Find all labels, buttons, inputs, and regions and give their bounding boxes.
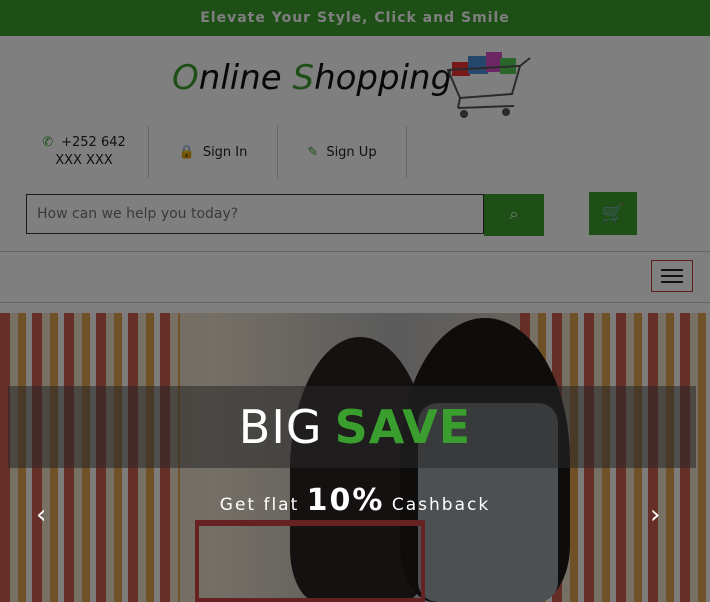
logo-letter-o: O bbox=[172, 58, 199, 98]
logo-part-nline: nline bbox=[198, 58, 293, 98]
chevron-right-icon: › bbox=[650, 500, 661, 530]
signin-label: Sign In bbox=[202, 144, 248, 160]
phone-contact[interactable]: ✆ +252 642 XXX XXX bbox=[20, 126, 149, 178]
hamburger-line bbox=[661, 275, 683, 277]
hero-big-text: BIG bbox=[238, 400, 323, 454]
cashback-percent: 10% bbox=[306, 483, 385, 518]
shopping-cart-image bbox=[195, 520, 425, 602]
lock-icon: 🔒 bbox=[178, 144, 195, 160]
search-button[interactable]: ⌕ bbox=[484, 194, 544, 236]
search-bar: ⌕ bbox=[26, 194, 544, 236]
edit-icon: ✎ bbox=[307, 144, 319, 160]
logo-letter-s: S bbox=[292, 58, 315, 98]
cart-icon: 🛒 bbox=[601, 203, 625, 224]
hero-headline: BIG SAVE bbox=[0, 386, 710, 468]
menu-toggle-button[interactable] bbox=[651, 260, 693, 292]
hero-save-text: SAVE bbox=[334, 400, 472, 454]
hamburger-line bbox=[661, 281, 683, 283]
chevron-left-icon: ‹ bbox=[36, 500, 47, 530]
cashback-suffix: Cashback bbox=[384, 495, 491, 515]
contact-row: ✆ +252 642 XXX XXX 🔒 Sign In ✎ Sign Up bbox=[20, 126, 407, 178]
carousel-next-button[interactable]: › bbox=[650, 500, 660, 530]
cashback-prefix: Get flat bbox=[219, 495, 307, 515]
nav-row bbox=[0, 252, 710, 302]
phone-number: +252 642 XXX XXX bbox=[55, 135, 126, 168]
signin-link[interactable]: 🔒 Sign In bbox=[149, 126, 278, 178]
site-logo[interactable]: Online Shopping bbox=[172, 58, 452, 98]
hero-subtitle: Get flat 10% Cashback bbox=[0, 483, 710, 518]
carousel-prev-button[interactable]: ‹ bbox=[36, 500, 46, 530]
divider bbox=[0, 302, 710, 303]
top-banner: Elevate Your Style, Click and Smile bbox=[0, 0, 710, 36]
hamburger-line bbox=[661, 269, 683, 271]
search-icon: ⌕ bbox=[509, 206, 519, 223]
search-input[interactable] bbox=[26, 194, 484, 234]
cart-button[interactable]: 🛒 bbox=[589, 192, 637, 235]
logo-part-hopping: hopping bbox=[314, 58, 453, 98]
signup-label: Sign Up bbox=[326, 144, 377, 160]
tagline: Elevate Your Style, Click and Smile bbox=[200, 10, 510, 26]
signup-link[interactable]: ✎ Sign Up bbox=[278, 126, 407, 178]
shopping-cart-logo-icon bbox=[446, 52, 531, 118]
phone-icon: ✆ bbox=[42, 135, 54, 150]
